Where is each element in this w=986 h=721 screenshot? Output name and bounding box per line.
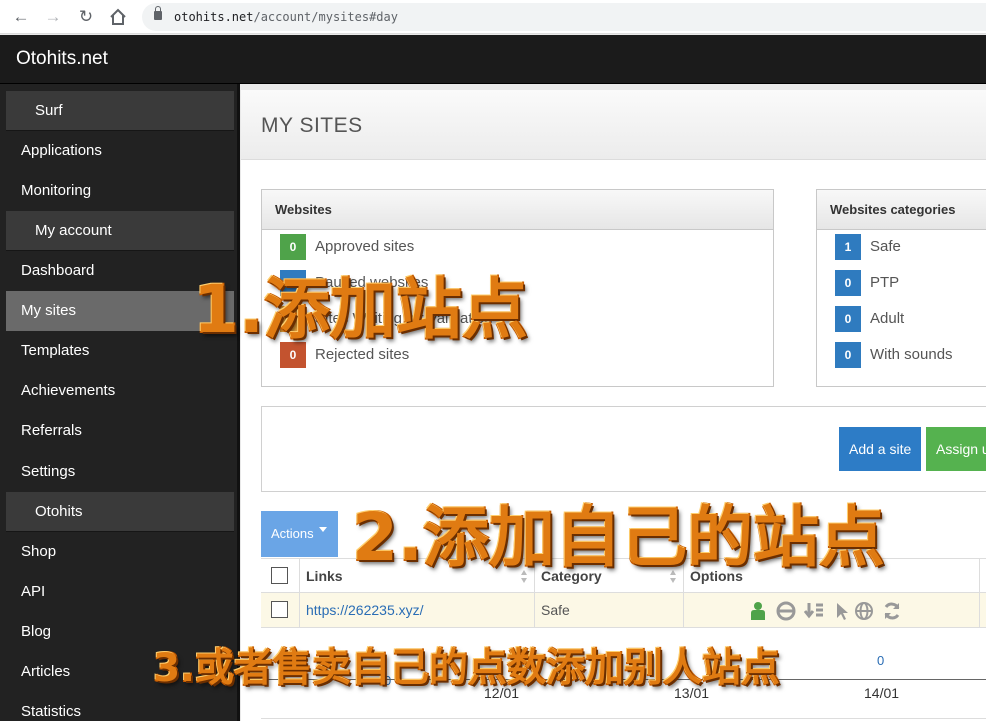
- site-category: Safe: [534, 593, 683, 628]
- reload-icon[interactable]: ↻: [75, 6, 97, 28]
- refresh-icon[interactable]: [882, 601, 902, 621]
- count-badge: 0: [835, 270, 861, 296]
- annotation-step-1: 1.添加站点: [193, 271, 528, 348]
- main-content: MY SITES Websites 0 Approved sites 0 Pau…: [241, 90, 986, 721]
- sidebar: Surf Applications Monitoring My account …: [0, 84, 240, 721]
- add-site-button[interactable]: Add a site: [839, 427, 922, 471]
- panel-heading: Websites: [262, 190, 773, 230]
- row-extra-cell: [979, 593, 986, 628]
- count-badge: 0: [835, 306, 861, 332]
- row-select-cell: [261, 593, 299, 628]
- table-row: https://262235.xyz/ Safe: [261, 593, 986, 628]
- site-link[interactable]: https://262235.xyz/: [306, 602, 424, 618]
- address-bar[interactable]: otohits.net/account/mysites#day: [142, 3, 986, 31]
- sidebar-item-applications[interactable]: Applications: [6, 131, 234, 171]
- title-bar: MY SITES: [241, 90, 986, 160]
- sidebar-item-achievements[interactable]: Achievements: [6, 371, 234, 411]
- download-icon[interactable]: [804, 601, 824, 621]
- url-text: otohits.net/account/mysites#day: [174, 10, 398, 24]
- sidebar-item-statistics[interactable]: Statistics: [6, 692, 234, 721]
- assign-button[interactable]: Assign u: [926, 427, 986, 471]
- categories-panel: Websites categories 1 Safe 0 PTP 0 Adult…: [816, 189, 986, 387]
- count-badge: 1: [835, 234, 861, 260]
- sidebar-item-referrals[interactable]: Referrals: [6, 411, 234, 451]
- stat-label: Safe: [870, 238, 901, 255]
- home-icon[interactable]: [107, 6, 129, 28]
- brand-logo[interactable]: Otohits.net: [16, 48, 108, 70]
- browser-icon[interactable]: [776, 601, 796, 621]
- caret-down-icon: [318, 527, 327, 532]
- row-checkbox[interactable]: [271, 601, 288, 618]
- sidebar-item-api[interactable]: API: [6, 572, 234, 612]
- annotation-step-2: 2.添加自己的站点: [352, 499, 885, 576]
- site-header: Otohits.net: [0, 35, 986, 84]
- lock-icon: [154, 6, 162, 20]
- sidebar-item-settings[interactable]: Settings: [6, 452, 234, 492]
- actions-label: Actions: [271, 526, 314, 541]
- stat-label: With sounds: [870, 346, 953, 363]
- stat-label: Approved sites: [315, 238, 415, 255]
- annotation-step-3: 3.或者售卖自己的点数添加别人站点: [153, 646, 780, 691]
- globe-icon[interactable]: [854, 601, 874, 621]
- panel-heading: Websites categories: [817, 190, 986, 230]
- actions-dropdown[interactable]: Actions: [261, 511, 338, 557]
- back-arrow-icon[interactable]: ←: [10, 6, 32, 28]
- zero-label: 0: [877, 653, 885, 668]
- sidebar-section-otohits[interactable]: Otohits: [6, 492, 234, 532]
- stat-label: Adult: [870, 310, 905, 327]
- sidebar-item-monitoring[interactable]: Monitoring: [6, 171, 234, 211]
- page-title: MY SITES: [261, 114, 363, 137]
- forward-arrow-icon[interactable]: →: [42, 6, 64, 28]
- select-all-checkbox[interactable]: [271, 567, 288, 584]
- options-cell: [683, 593, 979, 628]
- sidebar-section-surf[interactable]: Surf: [6, 91, 234, 131]
- browser-toolbar: ← → ↻ otohits.net/account/mysites#day: [0, 0, 986, 34]
- sidebar-item-shop[interactable]: Shop: [6, 532, 234, 572]
- site-actions-box: Add a site Assign u: [261, 406, 986, 492]
- site-link-cell: https://262235.xyz/: [299, 593, 534, 628]
- count-badge: 0: [835, 342, 861, 368]
- sidebar-section-my-account[interactable]: My account: [6, 211, 234, 251]
- stat-label: PTP: [870, 274, 900, 291]
- x-tick-label: 14/01: [864, 685, 900, 701]
- chart-border: [261, 718, 986, 719]
- column-header-extra: [979, 559, 986, 594]
- select-all-cell: [261, 559, 299, 594]
- cursor-icon[interactable]: [832, 601, 852, 621]
- person-icon[interactable]: [748, 601, 768, 621]
